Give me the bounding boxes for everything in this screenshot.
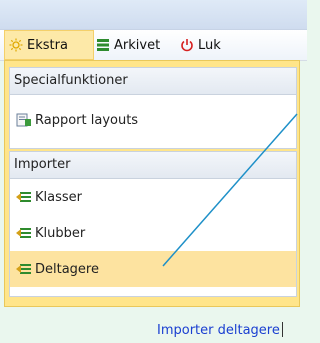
- import-icon: [16, 190, 32, 204]
- menu-bar: Ekstra Arkivet Luk: [0, 30, 307, 61]
- report-icon: [16, 113, 32, 127]
- menu-ekstra[interactable]: Ekstra: [4, 30, 94, 60]
- menu-arkivet-label: Arkivet: [114, 37, 161, 53]
- menu-item-rapport-layouts[interactable]: Rapport layouts: [10, 95, 296, 145]
- ekstra-dropdown: Specialfunktioner Rapport layouts Import…: [4, 60, 300, 307]
- group-import-header: Importer: [10, 152, 296, 179]
- menu-luk[interactable]: Luk: [180, 30, 221, 60]
- group-special: Specialfunktioner Rapport layouts: [9, 67, 297, 149]
- menu-item-klasser[interactable]: Klasser: [10, 179, 296, 215]
- menu-ekstra-label: Ekstra: [27, 37, 68, 53]
- sun-icon: [9, 38, 23, 52]
- deltagere-label: Deltagere: [35, 261, 99, 277]
- title-bar: [0, 0, 307, 30]
- status-label: Importer deltagere: [157, 323, 280, 338]
- list-icon: [96, 38, 110, 52]
- menu-luk-label: Luk: [198, 37, 221, 53]
- group-special-header: Specialfunktioner: [10, 68, 296, 95]
- group-import: Importer Klasser Klubber Deltagere: [9, 151, 297, 297]
- klubber-label: Klubber: [35, 225, 86, 241]
- text-caret: [281, 322, 283, 337]
- import-icon: [16, 226, 32, 240]
- import-icon: [16, 262, 32, 276]
- power-icon: [180, 38, 194, 52]
- klasser-label: Klasser: [35, 189, 82, 205]
- status-text: Importer deltagere: [157, 322, 283, 338]
- menu-arkivet[interactable]: Arkivet: [96, 30, 160, 60]
- rapport-layouts-label: Rapport layouts: [35, 112, 139, 128]
- menu-item-klubber[interactable]: Klubber: [10, 215, 296, 251]
- menu-item-deltagere[interactable]: Deltagere: [10, 251, 296, 287]
